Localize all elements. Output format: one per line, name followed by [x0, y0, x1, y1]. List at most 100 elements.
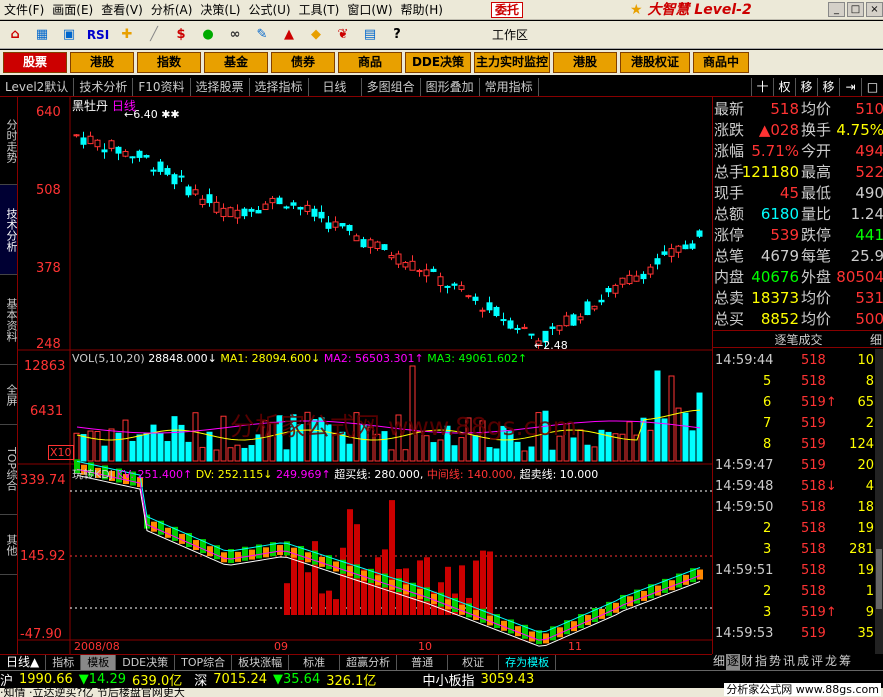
broom-icon[interactable]: ✎ [251, 24, 273, 46]
right-tab[interactable]: 讯 [782, 654, 796, 670]
nav-hk[interactable]: 港股 [70, 52, 134, 73]
diamond-icon[interactable]: ◆ [305, 24, 327, 46]
sparkle-icon[interactable]: ✚ [116, 24, 138, 46]
nav-bond[interactable]: 债券 [271, 52, 335, 73]
volume-bar [143, 432, 150, 462]
kline-chart[interactable] [18, 97, 712, 654]
right-tab[interactable]: 细 [712, 654, 726, 670]
lefttab-basic[interactable]: 基本资料 [0, 275, 18, 365]
grid-icon[interactable]: ▦ [31, 24, 53, 46]
menu-view[interactable]: 查看(V) [97, 1, 147, 18]
nav-hk2[interactable]: 港股 [553, 52, 617, 73]
ruler-icon[interactable]: ╱ [143, 24, 165, 46]
tab-level2[interactable]: Level2默认 [0, 77, 75, 96]
menu-formula[interactable]: 公式(U) [244, 1, 294, 18]
move-button-2[interactable]: 移 [817, 77, 839, 96]
binoculars-icon[interactable]: ∞ [224, 24, 246, 46]
tab-daily[interactable]: 日线 [309, 77, 362, 96]
bottomtab-template[interactable]: 模板 [81, 655, 117, 670]
right-tab[interactable]: 财 [740, 654, 754, 670]
ticks-detail-button[interactable]: 细 [870, 331, 882, 349]
ticks-scrollbar[interactable] [875, 349, 883, 654]
nav-monitor[interactable]: 主力实时监控 [474, 52, 550, 73]
exit-icon[interactable]: ⇥ [839, 77, 861, 96]
right-tab[interactable]: 评 [810, 654, 824, 670]
quote-value-2: 441 [855, 226, 883, 244]
nav-commodity[interactable]: 商品 [338, 52, 402, 73]
candle-body [451, 283, 458, 286]
minimize-icon[interactable]: _ [828, 2, 845, 17]
right-tab[interactable]: 龙 [824, 654, 838, 670]
move-button[interactable]: 移 [795, 77, 817, 96]
tab-technical[interactable]: 技术分析 [74, 77, 134, 96]
nav-dde[interactable]: DDE决策 [405, 52, 471, 73]
menu-screen[interactable]: 画面(E) [48, 1, 97, 18]
lefttab-other[interactable]: 其他 [0, 515, 18, 575]
nav-index[interactable]: 指数 [137, 52, 201, 73]
bottomtab-dde[interactable]: DDE决策 [116, 655, 176, 670]
stock-name: 黑牡丹 [72, 99, 109, 113]
right-tab[interactable]: 筹 [838, 654, 852, 670]
help-icon[interactable]: ? [386, 24, 408, 46]
crosshair-icon[interactable]: 十 [751, 77, 773, 96]
right-tab[interactable]: 势 [768, 654, 782, 670]
lefttab-timeshare[interactable]: 分时走势 [0, 97, 18, 185]
right-tab[interactable]: 指 [754, 654, 768, 670]
bottomtab-normal[interactable]: 普通 [397, 655, 449, 670]
nav-hk-warrant[interactable]: 港股权证 [620, 52, 690, 73]
bottomtab-indicator[interactable]: 指标 [46, 655, 82, 670]
tab-select-indicator[interactable]: 选择指标 [250, 77, 309, 96]
menu-tools[interactable]: 工具(T) [295, 1, 344, 18]
bottomtab-superwin[interactable]: 超赢分析 [340, 655, 398, 670]
menu-file[interactable]: 文件(F) [0, 1, 48, 18]
hat-icon[interactable]: ▲ [278, 24, 300, 46]
nav-fund[interactable]: 基金 [204, 52, 268, 73]
tab-overlay[interactable]: 图形叠加 [421, 77, 480, 96]
indicator-bar [424, 557, 430, 615]
quote-row: 现手 45 最低 490 [713, 183, 883, 204]
lights-icon[interactable]: ● [197, 24, 219, 46]
entrust-button[interactable]: 委托 [491, 2, 524, 18]
chart-area[interactable]: 黑牡丹 日线 640 508 378 248 ←6.40 ✱✱ ←2.48 VO… [18, 97, 712, 654]
chart-icon[interactable]: ▤ [359, 24, 381, 46]
menu-help[interactable]: 帮助(H) [397, 1, 447, 18]
tick-price: 519↑ [801, 395, 837, 410]
bottomtab-warrant[interactable]: 权证 [448, 655, 500, 670]
tab-multi-chart[interactable]: 多图组合 [362, 77, 421, 96]
window-icon[interactable]: ▣ [58, 24, 80, 46]
dollar-icon[interactable]: $ [170, 24, 192, 46]
menu-analysis[interactable]: 分析(A) [147, 1, 197, 18]
lefttab-technical[interactable]: 技术分析 [0, 185, 18, 275]
tab-select-stock[interactable]: 选择股票 [191, 77, 250, 96]
bottomtab-daily[interactable]: 日线▲ [0, 655, 47, 670]
quote-value-2: 522 [855, 163, 883, 181]
tick-amount: 10 [857, 353, 874, 368]
leaf-icon[interactable]: ❦ [332, 24, 354, 46]
close-panel-icon[interactable]: □ [861, 77, 883, 96]
candle-body [486, 302, 493, 311]
workspace-button[interactable]: 工作区 [480, 25, 540, 45]
restore-icon[interactable]: □ [847, 2, 864, 17]
right-tab[interactable]: 逐 [726, 654, 740, 670]
bottomtab-sector[interactable]: 板块涨幅 [232, 655, 290, 670]
menu-window[interactable]: 窗口(W) [343, 1, 396, 18]
home-icon[interactable]: ⌂ [4, 24, 26, 46]
candle-body [626, 274, 633, 285]
bottomtab-top[interactable]: TOP综合 [175, 655, 233, 670]
lefttab-top[interactable]: TOP综合 [0, 425, 18, 515]
right-tab[interactable]: 成 [796, 654, 810, 670]
tick-row: 14:59:48 518↓ 4 [713, 476, 883, 497]
bottomtab-save-template[interactable]: 存为模板 [499, 655, 557, 670]
menu-decision[interactable]: 决策(L) [196, 1, 244, 18]
bottomtab-standard[interactable]: 标准 [289, 655, 341, 670]
lefttab-fullscreen[interactable]: 全屏 [0, 365, 18, 425]
tab-f10[interactable]: F10资料 [133, 77, 191, 96]
tab-common-indicator[interactable]: 常用指标 [480, 77, 539, 96]
nav-commodity2[interactable]: 商品中 [693, 52, 749, 73]
scroll-thumb[interactable] [876, 549, 882, 609]
rights-button[interactable]: 权 [773, 77, 795, 96]
rsi-icon[interactable]: RSI [85, 24, 111, 46]
close-icon[interactable]: × [866, 2, 883, 17]
candle-body [402, 262, 409, 268]
nav-stocks[interactable]: 股票 [3, 52, 67, 73]
